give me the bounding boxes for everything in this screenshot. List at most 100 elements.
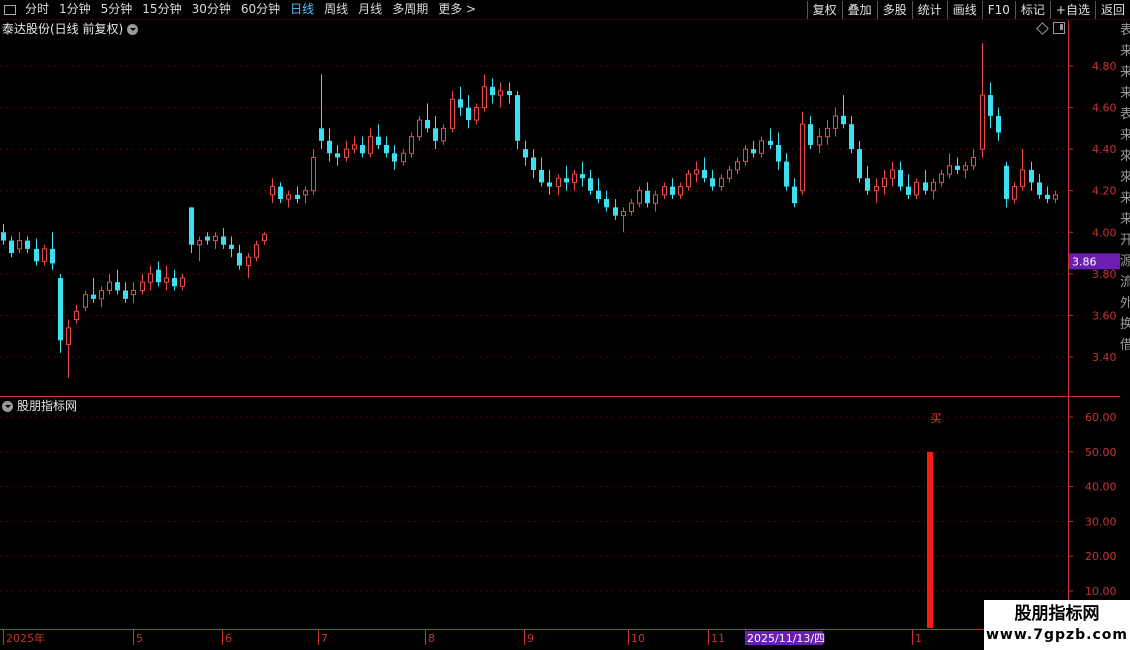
candle-body <box>91 294 96 299</box>
candle-body <box>914 181 919 196</box>
candle-body <box>131 289 136 296</box>
candle-body <box>441 127 446 142</box>
candle-body <box>613 207 618 216</box>
candle-body <box>507 90 512 96</box>
candle-body <box>368 136 373 154</box>
candle-body <box>148 273 153 283</box>
candle-body <box>939 173 944 183</box>
candle-body <box>865 178 870 191</box>
candle-body <box>1037 182 1042 195</box>
price-tick-label: 4.40 <box>1092 143 1117 156</box>
candle-body <box>629 202 634 212</box>
indicator-tick-label: 40.00 <box>1085 481 1117 494</box>
candle-body <box>352 144 357 150</box>
candle-body <box>547 182 552 187</box>
price-tick-label: 4.80 <box>1092 60 1117 73</box>
date-label: 9 <box>527 632 534 645</box>
candle-body <box>980 94 985 150</box>
side-char: 来 <box>1120 128 1130 143</box>
candle-body <box>319 128 324 141</box>
candle-body <box>401 152 406 163</box>
candle-body <box>246 256 251 267</box>
candle-body <box>947 165 952 175</box>
price-tick-label: 3.60 <box>1092 309 1117 322</box>
candle-body <box>311 156 316 192</box>
candle-body <box>923 182 928 191</box>
candle-body <box>107 281 112 291</box>
candle-body <box>392 153 397 162</box>
side-char: 外 <box>1120 296 1130 311</box>
side-char: 表 <box>1120 107 1130 122</box>
candle-body <box>800 123 805 192</box>
candle-body <box>678 186 683 196</box>
candle-body <box>751 149 756 154</box>
candle-body <box>988 95 993 116</box>
date-label: 5 <box>136 632 143 645</box>
price-tick-label: 3.40 <box>1092 351 1117 364</box>
candle-body <box>50 248 55 264</box>
candle-body <box>556 177 561 188</box>
candle-body <box>735 161 740 171</box>
candle-body <box>588 178 593 191</box>
side-char: 來 <box>1120 149 1130 164</box>
price-tick-label: 4.00 <box>1092 226 1117 239</box>
candle-body <box>115 282 120 291</box>
candle-body <box>768 140 773 145</box>
candle-body <box>221 236 226 245</box>
candle-body <box>295 194 300 200</box>
candle-body <box>564 178 569 183</box>
candle-body <box>360 144 365 154</box>
candle-body <box>653 194 658 204</box>
candle-body <box>1012 186 1017 200</box>
indicator-tick-label: 60.00 <box>1085 411 1117 424</box>
side-char: 来 <box>1120 191 1130 206</box>
candle-body <box>759 140 764 154</box>
candle-body <box>376 136 381 145</box>
kline-chart[interactable]: 4.80 4.60 4.40 4.20 4.00 3.80 3.60 3.40 3.86 60.0… <box>0 0 1130 650</box>
candle-body <box>433 128 438 141</box>
candle-body <box>955 165 960 170</box>
candle-body <box>384 144 389 154</box>
price-tick-label: 3.80 <box>1092 268 1117 281</box>
indicator-tick-label: 10.00 <box>1085 585 1117 598</box>
candle-body <box>621 211 626 217</box>
candle-body <box>963 165 968 171</box>
candle-body <box>417 119 422 138</box>
candle-body <box>719 177 724 188</box>
candle-body <box>572 173 577 183</box>
candle-body <box>645 190 650 204</box>
candle-body <box>792 186 797 204</box>
price-tick-label: 4.60 <box>1092 102 1117 115</box>
date-label: 6 <box>225 632 232 645</box>
candle-body <box>66 327 71 346</box>
candle-body <box>898 169 903 187</box>
candle-body <box>743 148 748 163</box>
candle-body <box>515 95 520 141</box>
candle-body <box>890 169 895 179</box>
candle-body <box>1 232 6 241</box>
candle-body <box>710 178 715 187</box>
indicator-tick-label: 50.00 <box>1085 446 1117 459</box>
candle-body <box>303 190 308 196</box>
candle-body <box>841 115 846 125</box>
candle-body <box>931 181 936 192</box>
side-char: 來 <box>1120 170 1130 185</box>
candle-body <box>254 244 259 258</box>
candle-body <box>662 186 667 196</box>
candle-body <box>1045 194 1050 200</box>
side-char: 换 <box>1120 317 1130 332</box>
candle-body <box>596 190 601 200</box>
candle-body <box>270 186 275 196</box>
candle-body <box>474 107 479 121</box>
side-char: 借 <box>1120 338 1130 353</box>
candle-body <box>702 169 707 179</box>
candle-body <box>686 173 691 188</box>
candle-body <box>180 277 185 287</box>
candle-body <box>25 240 30 249</box>
candle-body <box>262 233 267 242</box>
candle-body <box>140 281 145 291</box>
candle-body <box>784 161 789 187</box>
candle-body <box>74 310 79 321</box>
indicator-tick-label: 20.00 <box>1085 550 1117 563</box>
candle-body <box>1020 169 1025 188</box>
